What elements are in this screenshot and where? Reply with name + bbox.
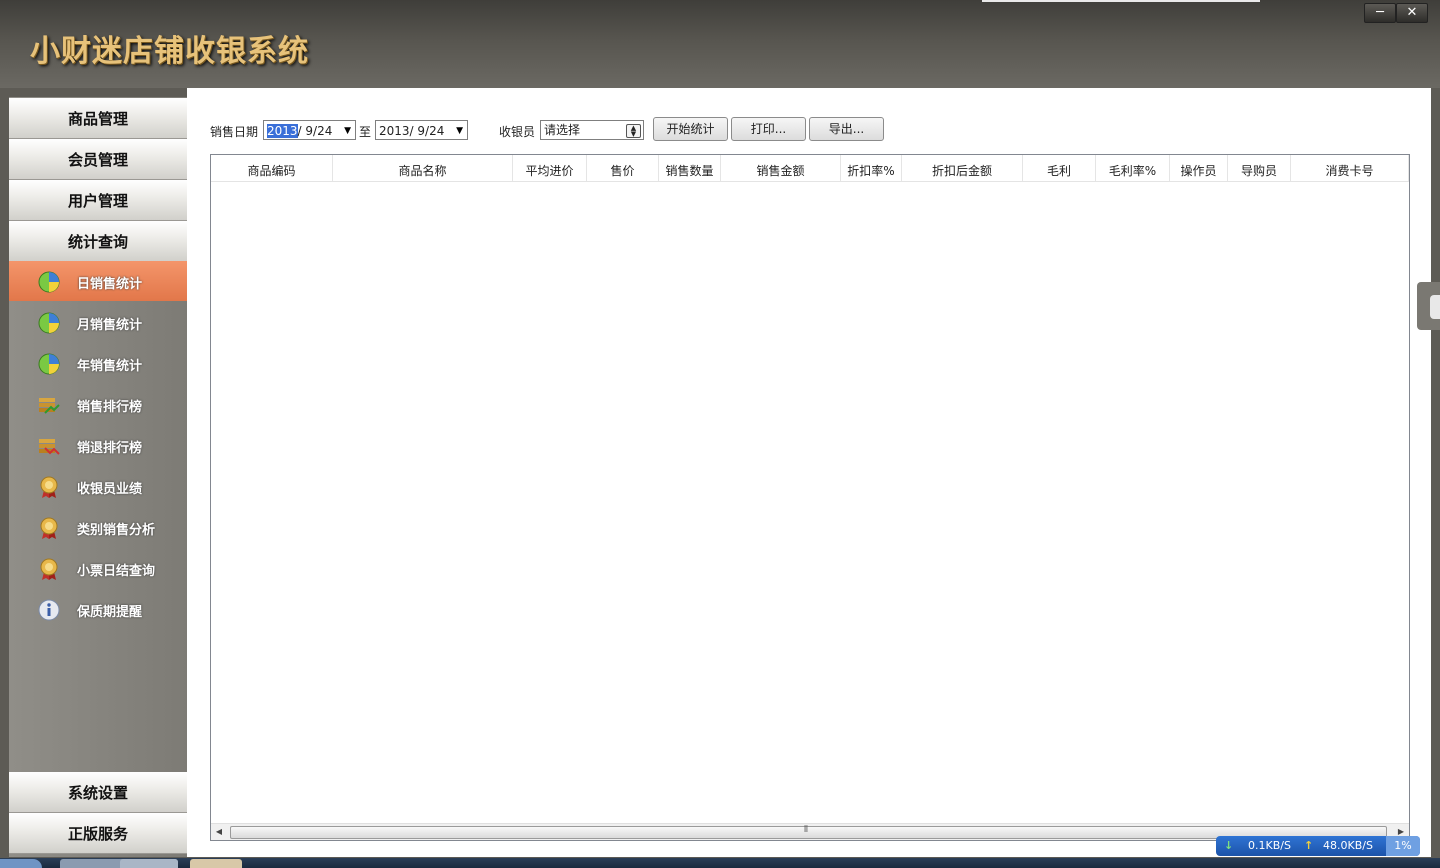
category-user-management[interactable]: 用户管理: [9, 180, 187, 221]
sidebar-item-receipt-query[interactable]: 小票日结查询: [9, 548, 187, 588]
upload-arrow-icon: ↑: [1304, 839, 1314, 852]
ranking-down-icon: [39, 439, 60, 455]
col-gross-margin[interactable]: 毛利率%: [1096, 155, 1170, 181]
cpu-percent: 1%: [1386, 836, 1420, 856]
ranking-up-icon: [39, 398, 60, 414]
chevron-down-icon: ▼: [456, 126, 463, 136]
export-button[interactable]: 导出...: [809, 117, 884, 141]
spinner-icon: ▲ ▼: [626, 124, 641, 138]
sidebar-item-label: 保质期提醒: [77, 605, 143, 620]
title-bar: 小财迷店铺收银系统 ─ ✕: [0, 0, 1440, 88]
date-from-picker[interactable]: 2013/ 9/24 ▼: [263, 120, 356, 140]
float-tab-icon: [1430, 295, 1440, 319]
print-button[interactable]: 打印...: [731, 117, 806, 141]
sidebar-item-sales-ranking[interactable]: 销售排行榜: [9, 384, 187, 424]
chevron-down-icon: ▼: [344, 126, 351, 136]
sidebar-item-cashier-performance[interactable]: 收银员业绩: [9, 466, 187, 506]
top-strip: [982, 0, 1260, 2]
sidebar-item-label: 日销售统计: [77, 277, 143, 292]
pie-chart-icon: [38, 271, 60, 293]
medal-icon: [40, 476, 58, 498]
to-label: 至: [359, 125, 372, 139]
sidebar-item-label: 月销售统计: [77, 318, 143, 333]
sidebar-item-label: 销退排行榜: [77, 441, 143, 456]
start-button[interactable]: [0, 859, 42, 868]
info-icon: [38, 599, 60, 621]
start-statistics-button[interactable]: 开始统计: [653, 117, 728, 141]
date-to-value: 2013/ 9/24: [379, 124, 445, 138]
sidebar-item-yearly-sales[interactable]: 年销售统计: [9, 343, 187, 383]
sidebar-item-category-sales[interactable]: 类别销售分析: [9, 507, 187, 547]
col-gross-profit[interactable]: 毛利: [1023, 155, 1096, 181]
category-system-settings[interactable]: 系统设置: [9, 772, 187, 813]
sales-table: 商品编码 商品名称 平均进价 售价 销售数量 销售金额 折扣率% 折扣后金额 毛…: [210, 154, 1410, 841]
sidebar-item-label: 类别销售分析: [77, 523, 156, 538]
col-sales-guide[interactable]: 导购员: [1228, 155, 1291, 181]
col-price[interactable]: 售价: [587, 155, 659, 181]
medal-icon: [40, 517, 58, 539]
col-sales-qty[interactable]: 销售数量: [659, 155, 721, 181]
sidebar-item-expiry-reminder[interactable]: 保质期提醒: [9, 589, 187, 629]
col-discounted-amount[interactable]: 折扣后金额: [902, 155, 1023, 181]
scroll-left-icon[interactable]: ◀: [211, 824, 227, 840]
category-member-management[interactable]: 会员管理: [9, 139, 187, 180]
taskbar-item-active[interactable]: [190, 859, 242, 868]
sidebar: 商品管理 会员管理 用户管理 统计查询 日销售统计 月销售统计 年销售统计 销售…: [9, 97, 187, 857]
col-card-number[interactable]: 消费卡号: [1291, 155, 1409, 181]
category-statistics-query[interactable]: 统计查询: [9, 221, 187, 262]
sales-date-label: 销售日期: [210, 125, 259, 139]
date-to-picker[interactable]: 2013/ 9/24 ▼: [375, 120, 468, 140]
taskbar-item[interactable]: [120, 859, 178, 868]
col-product-name[interactable]: 商品名称: [333, 155, 513, 181]
category-goods-management[interactable]: 商品管理: [9, 98, 187, 139]
network-speed-widget: ↓ 0.1KB/S ↑ 48.0KB/S 1%: [1216, 836, 1420, 856]
date-from-rest: / 9/24: [297, 124, 333, 138]
col-avg-cost[interactable]: 平均进价: [513, 155, 587, 181]
close-button[interactable]: ✕: [1396, 3, 1428, 23]
scroll-thumb[interactable]: ⦀: [230, 825, 1387, 839]
sidebar-item-label: 收银员业绩: [77, 482, 143, 497]
category-genuine-service[interactable]: 正版服务: [9, 813, 187, 854]
date-from-year: 2013: [267, 124, 298, 138]
download-arrow-icon: ↓: [1224, 839, 1234, 852]
sidebar-item-daily-sales[interactable]: 日销售统计: [9, 261, 187, 301]
cashier-select[interactable]: 请选择 ▲ ▼: [540, 120, 644, 140]
sidebar-item-label: 销售排行榜: [77, 400, 143, 415]
download-speed: 0.1KB/S: [1248, 839, 1291, 852]
medal-icon: [40, 558, 58, 580]
sidebar-item-returns-ranking[interactable]: 销退排行榜: [9, 425, 187, 465]
cashier-label: 收银员: [499, 125, 536, 139]
col-discount-rate[interactable]: 折扣率%: [841, 155, 902, 181]
upload-speed: 48.0KB/S: [1323, 839, 1373, 852]
col-product-code[interactable]: 商品编码: [211, 155, 333, 181]
table-header: 商品编码 商品名称 平均进价 售价 销售数量 销售金额 折扣率% 折扣后金额 毛…: [211, 155, 1409, 182]
main-panel: 销售日期 2013/ 9/24 ▼ 至 2013/ 9/24 ▼ 收银员 请选择…: [187, 88, 1431, 857]
sidebar-item-label: 年销售统计: [77, 359, 143, 374]
cashier-select-value: 请选择: [544, 123, 581, 137]
pie-chart-icon: [38, 312, 60, 334]
pie-chart-icon: [38, 353, 60, 375]
col-sales-amount[interactable]: 销售金额: [721, 155, 841, 181]
sidebar-item-label: 小票日结查询: [77, 564, 156, 579]
grip-icon: ⦀: [804, 825, 808, 835]
sidebar-item-monthly-sales[interactable]: 月销售统计: [9, 302, 187, 342]
minimize-button[interactable]: ─: [1364, 3, 1396, 23]
app-title: 小财迷店铺收银系统: [30, 34, 309, 69]
col-operator[interactable]: 操作员: [1170, 155, 1228, 181]
